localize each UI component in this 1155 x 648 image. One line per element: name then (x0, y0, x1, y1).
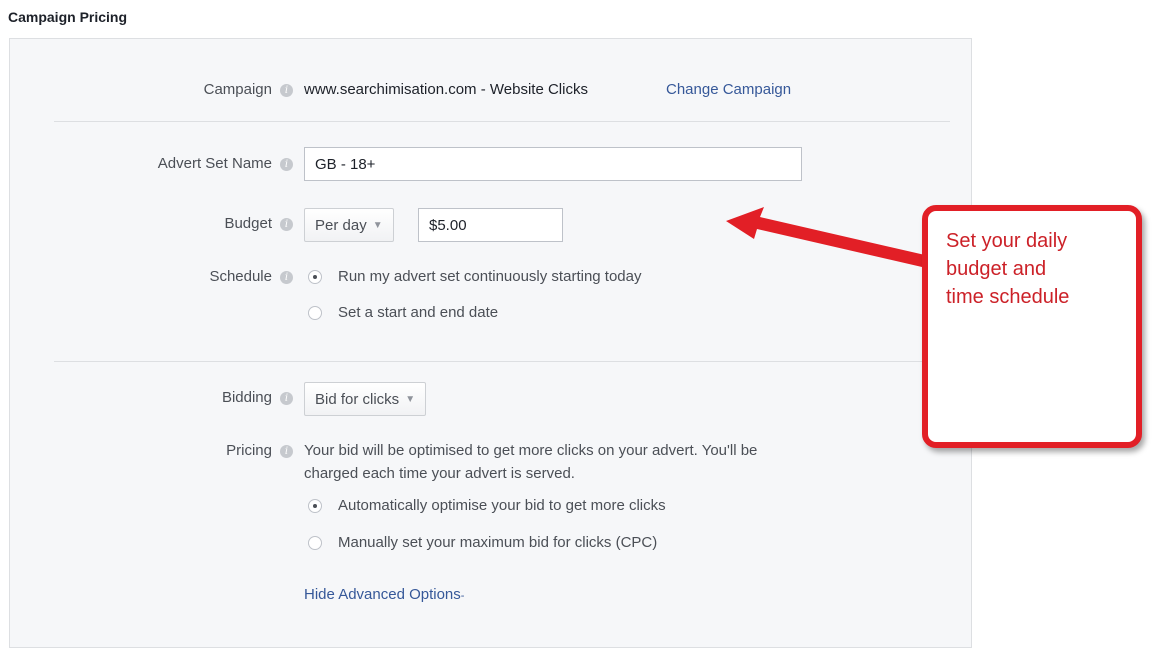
hide-advanced-options-link[interactable]: Hide Advanced Options- (304, 586, 464, 603)
campaign-name: www.searchimisation.com - Website Clicks (304, 81, 588, 98)
campaign-info-icon[interactable]: i (280, 84, 293, 97)
advert-set-name-input[interactable]: GB - 18+ (304, 147, 802, 181)
schedule-start-end-label: Set a start and end date (338, 304, 499, 321)
budget-period-value: Per day (315, 216, 367, 234)
bidding-info-icon[interactable]: i (280, 392, 293, 405)
callout-line1: Set your daily (946, 230, 1068, 252)
section-title: Campaign Pricing (8, 9, 128, 25)
bidding-value: Bid for clicks (315, 390, 400, 408)
divider (54, 121, 950, 122)
hide-advanced-options-label: Hide Advanced Options (304, 586, 461, 603)
advert-set-name-info-icon[interactable]: i (280, 158, 293, 171)
chevron-down-icon: ▼ (372, 219, 383, 231)
pricing-description-line1: Your bid will be optimised to get more c… (304, 442, 758, 459)
schedule-continuous-label: Run my advert set continuously starting … (338, 268, 642, 285)
pricing-description-line2: charged each time your advert is served. (304, 465, 575, 482)
schedule-info-icon[interactable]: i (280, 271, 293, 284)
campaign-label: Campaign (203, 81, 272, 98)
schedule-continuous-radio[interactable] (308, 270, 322, 284)
chevron-down-icon: ▼ (405, 393, 416, 405)
pricing-info-icon[interactable]: i (280, 445, 293, 458)
pricing-automatic-radio[interactable] (308, 499, 322, 513)
pricing-label: Pricing (226, 442, 272, 459)
callout-line2: budget and (946, 258, 1047, 280)
callout-box: Set your daily budget and time schedule (922, 205, 1142, 448)
budget-period-dropdown[interactable]: Per day ▼ (304, 208, 394, 242)
schedule-start-end-radio[interactable] (308, 306, 322, 320)
budget-amount-value: $5.00 (429, 216, 467, 234)
divider (54, 361, 950, 362)
advert-set-name-value: GB - 18+ (315, 155, 376, 173)
pricing-manual-radio[interactable] (308, 536, 322, 550)
pricing-automatic-label: Automatically optimise your bid to get m… (338, 497, 666, 514)
bidding-dropdown[interactable]: Bid for clicks ▼ (304, 382, 427, 416)
callout-line3: time schedule (946, 286, 1070, 308)
change-campaign-link[interactable]: Change Campaign (666, 81, 791, 98)
advert-set-name-label: Advert Set Name (157, 155, 272, 172)
budget-label: Budget (224, 215, 272, 232)
pricing-manual-label: Manually set your maximum bid for clicks… (338, 534, 658, 551)
budget-amount-input[interactable]: $5.00 (418, 208, 563, 242)
budget-info-icon[interactable]: i (280, 218, 293, 231)
campaign-pricing-panel: Campaign i www.searchimisation.com - Web… (9, 38, 972, 648)
red-arrow-icon (726, 207, 925, 267)
bidding-label: Bidding (221, 389, 272, 406)
schedule-label: Schedule (209, 268, 272, 285)
